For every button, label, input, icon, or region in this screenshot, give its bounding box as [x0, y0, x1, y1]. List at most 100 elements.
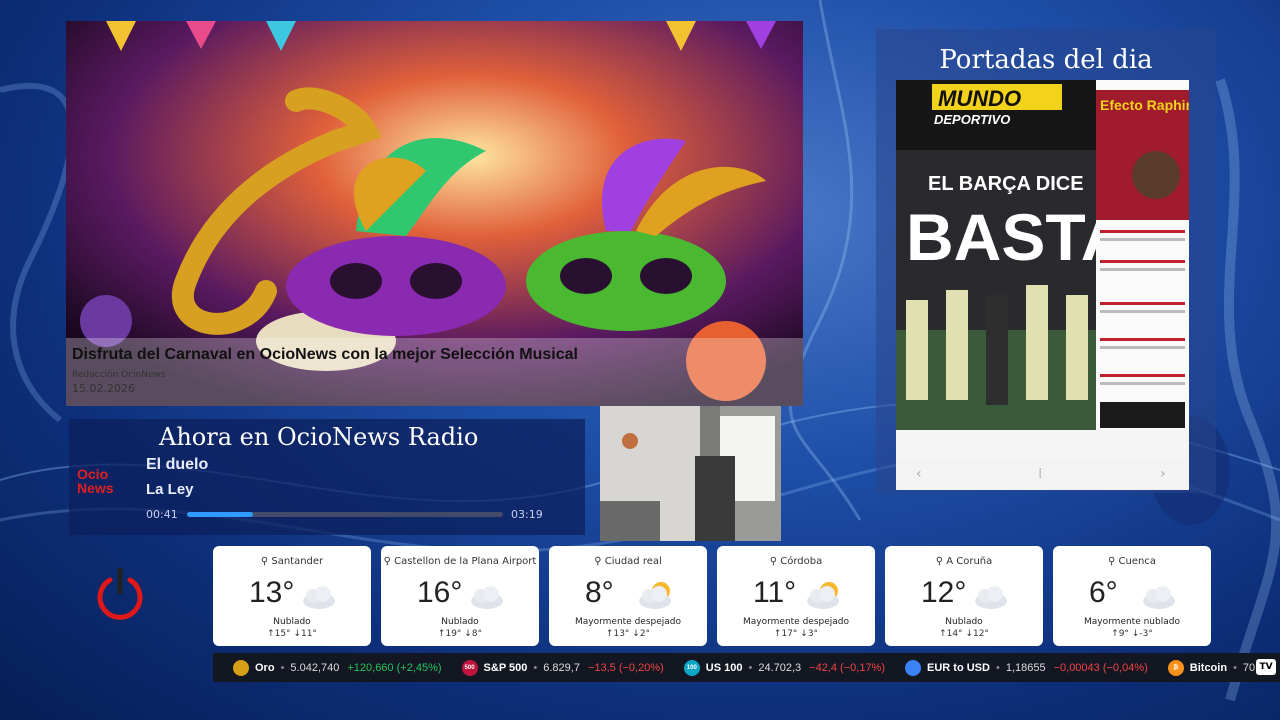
weather-min: 8° — [471, 629, 483, 639]
arrow-down-icon: ↓ — [632, 629, 640, 639]
market-ticker: Oro • 5.042,740 +120,660 (+2,45%) 500 S&P 500… — [213, 653, 1280, 682]
radio-logo-line2: News — [77, 480, 114, 496]
hero-date: 15.02.2026 — [72, 382, 135, 395]
radio-player: Ahora en OcioNews Radio Ocio News El due… — [69, 419, 585, 535]
ticker-symbol-icon: 100 — [683, 659, 700, 676]
location-pin-icon: ⚲ — [260, 556, 272, 567]
weather-city: ⚲ A Coruña — [885, 556, 1043, 567]
weather-city-name: Santander — [271, 556, 324, 567]
radio-logo-line1: Ocio — [77, 466, 109, 482]
weather-city-name: Córdoba — [780, 556, 823, 567]
radio-heading: Ahora en OcioNews Radio — [159, 423, 479, 451]
cover-prev-button[interactable]: ‹ — [916, 466, 922, 482]
newspaper-cover[interactable]: MUNDO DEPORTIVO EL BARÇA DICE BASTA Efec… — [896, 80, 1189, 460]
weather-range: ↑15° ↓11° — [213, 629, 371, 639]
location-pin-icon: ⚲ — [769, 556, 781, 567]
cover-pages-indicator[interactable]: ⁞ — [1038, 466, 1042, 482]
arrow-up-icon: ↑ — [939, 629, 947, 639]
weather-condition: Mayormente despejado — [742, 617, 849, 627]
cloud-icon — [467, 579, 509, 611]
sun-cloud-icon — [635, 579, 677, 611]
weather-max: 17° — [781, 629, 798, 639]
weather-max: 13° — [613, 629, 630, 639]
weather-condition: Nublado — [441, 617, 479, 627]
weather-city-name: Cuenca — [1118, 556, 1156, 567]
weather-row: ⚲ Santander 13° Nublado ↑15° ↓11° ⚲ Castello… — [213, 546, 1213, 646]
arrow-up-icon: ↑ — [1111, 629, 1119, 639]
weather-temp: 8° — [585, 576, 614, 609]
weather-city: ⚲ Ciudad real — [549, 556, 707, 567]
weather-city: ⚲ Santander — [213, 556, 371, 567]
weather-range: ↑19° ↓8° — [381, 629, 539, 639]
weather-max: 14° — [946, 629, 963, 639]
radio-progress-bar[interactable] — [187, 512, 503, 517]
ticker-item[interactable]: 100 US 100 • 24.702,3 −42,4 (−0,17%) — [683, 659, 885, 676]
ticker-symbol-icon: ₿ — [1167, 659, 1184, 676]
cover-viewer-controls: ‹ ⁞ › — [896, 460, 1189, 490]
ticker-name: Bitcoin — [1189, 661, 1228, 674]
weather-temp: 6° — [1089, 576, 1118, 609]
weather-temp: 12° — [921, 576, 967, 609]
ticker-name: US 100 — [705, 661, 743, 674]
weather-city: ⚲ Castellon de la Plana Airport — [381, 556, 539, 567]
weather-condition: Nublado — [273, 617, 311, 627]
ticker-separator: • — [748, 661, 753, 674]
cover-masthead-2: DEPORTIVO — [934, 112, 1010, 127]
sun-cloud-icon — [803, 579, 845, 611]
power-icon — [97, 567, 143, 620]
cloud-icon — [1139, 579, 1181, 611]
ticker-value: 24.702,3 — [758, 661, 802, 674]
radio-elapsed: 00:41 — [146, 508, 178, 521]
hero-author: Redacción OcioNews — [72, 370, 166, 380]
arrow-down-icon: ↓ — [464, 629, 472, 639]
tradingview-logo[interactable]: TV — [1256, 659, 1276, 675]
weather-max: 19° — [445, 629, 462, 639]
weather-condition: Mayormente nublado — [1084, 617, 1180, 627]
weather-temp: 13° — [249, 576, 295, 609]
ticker-item[interactable]: Oro • 5.042,740 +120,660 (+2,45%) — [233, 659, 442, 676]
newspaper-cover-image: MUNDO DEPORTIVO EL BARÇA DICE BASTA Efec… — [896, 80, 1189, 460]
weather-max: 15° — [274, 629, 291, 639]
weather-card[interactable]: ⚲ A Coruña 12° Nublado ↑14° ↓12° — [885, 546, 1043, 646]
weather-range: ↑9° ↓-3° — [1053, 629, 1211, 639]
weather-temp: 11° — [753, 576, 797, 609]
ticker-change: −13,5 (−0,20%) — [587, 661, 664, 674]
weather-card[interactable]: ⚲ Castellon de la Plana Airport 16° Nublad… — [381, 546, 539, 646]
weather-min: 12° — [972, 629, 989, 639]
ticker-item[interactable]: 500 S&P 500 • 6.829,7 −13,5 (−0,20%) — [461, 659, 664, 676]
ticker-separator: • — [533, 661, 538, 674]
weather-condition: Mayormente despejado — [574, 617, 681, 627]
weather-city-name: Castellon de la Plana Airport — [394, 556, 537, 567]
webcam-image — [600, 406, 781, 541]
cloud-icon — [971, 579, 1013, 611]
radio-progress-fill — [187, 512, 254, 517]
featured-news-card[interactable]: Disfruta del Carnaval en OcioNews con la… — [66, 21, 803, 406]
cover-headline-small: EL BARÇA DICE — [928, 173, 1084, 195]
weather-card[interactable]: ⚲ Santander 13° Nublado ↑15° ↓11° — [213, 546, 371, 646]
hero-caption: Disfruta del Carnaval en OcioNews con la… — [66, 338, 803, 406]
power-button[interactable] — [94, 567, 146, 620]
ticker-value: 1,18655 — [1005, 661, 1046, 674]
hero-title[interactable]: Disfruta del Carnaval en OcioNews con la… — [72, 346, 797, 364]
weather-card[interactable]: ⚲ Córdoba 11° Mayormente despejado ↑17° ↓3° — [717, 546, 875, 646]
location-pin-icon: ⚲ — [383, 556, 395, 567]
weather-range: ↑17° ↓3° — [717, 629, 875, 639]
weather-condition: Nublado — [945, 617, 983, 627]
weather-city: ⚲ Cuenca — [1053, 556, 1211, 567]
ticker-change: +120,660 (+2,45%) — [347, 661, 442, 674]
weather-city: ⚲ Córdoba — [717, 556, 875, 567]
ticker-value: 6.829,7 — [543, 661, 580, 674]
weather-range: ↑13° ↓2° — [549, 629, 707, 639]
webcam-feed — [600, 406, 781, 541]
ticker-item[interactable]: EUR to USD • 1,18655 −0,00043 (−0,04%) — [905, 659, 1148, 676]
weather-card[interactable]: ⚲ Cuenca 6° Mayormente nublado ↑9° ↓-3° — [1053, 546, 1211, 646]
weather-range: ↑14° ↓12° — [885, 629, 1043, 639]
cover-next-button[interactable]: › — [1160, 466, 1166, 482]
weather-card[interactable]: ⚲ Ciudad real 8° Mayormente despejado ↑13° … — [549, 546, 707, 646]
location-pin-icon: ⚲ — [935, 556, 947, 567]
location-pin-icon: ⚲ — [594, 556, 605, 567]
radio-track-title: El duelo — [146, 456, 209, 473]
weather-min: 3° — [807, 629, 819, 639]
cover-side-head: Efecto Raphinha — [1100, 97, 1189, 113]
weather-max: 9° — [1118, 629, 1129, 639]
